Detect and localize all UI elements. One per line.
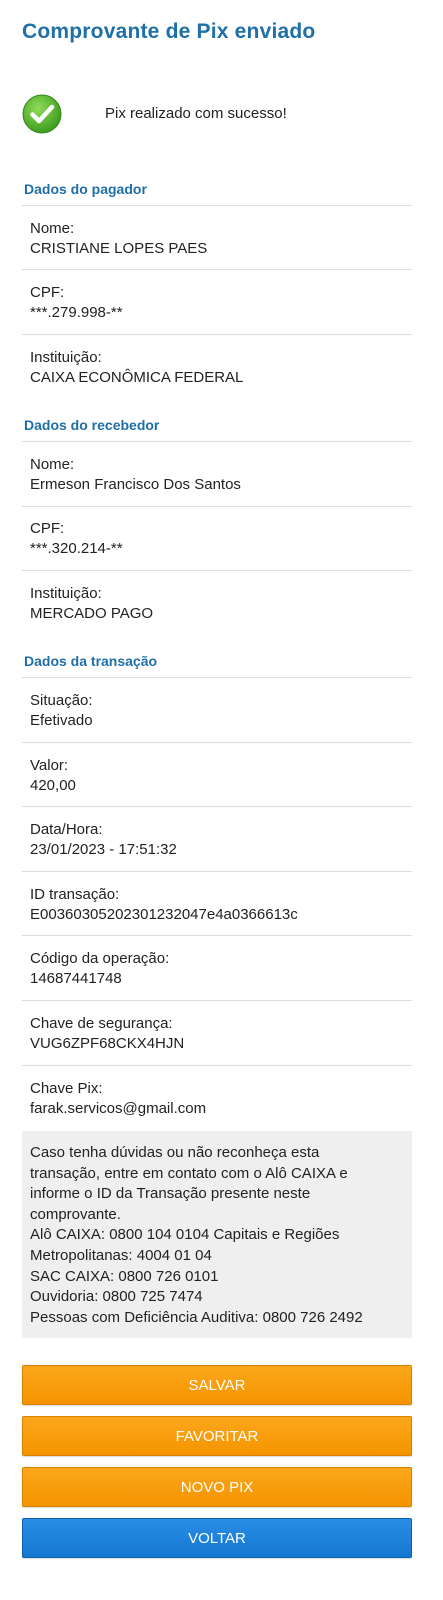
check-circle-icon [22, 94, 62, 134]
field-value: CRISTIANE LOPES PAES [30, 240, 208, 257]
info-line: Alô CAIXA: 0800 104 0104 Capitais e Regi… [30, 1226, 340, 1244]
field-label: Valor: [30, 757, 69, 774]
salvar-button[interactable]: SALVAR [22, 1365, 412, 1405]
field-label: Instituição: [30, 585, 102, 602]
field-label: CPF: [30, 520, 65, 537]
voltar-button[interactable]: VOLTAR [22, 1518, 412, 1558]
field-label: Chave de segurança: [30, 1015, 173, 1032]
info-line: Ouvidoria: 0800 725 7474 [30, 1288, 203, 1306]
field-value: MERCADO PAGO [30, 605, 154, 622]
field-situacao: Situação: Efetivado [30, 691, 410, 731]
success-message: Pix realizado com sucesso! [105, 105, 287, 122]
field-label: CPF: [30, 284, 65, 301]
divider [22, 570, 412, 571]
field-label: Nome: [30, 220, 75, 237]
divider [22, 935, 412, 936]
field-pagador-nome: Nome: CRISTIANE LOPES PAES [30, 219, 410, 259]
field-data-hora: Data/Hora: 23/01/2023 - 17:51:32 [30, 820, 410, 860]
field-value: E00360305202301232047e4a0366613c [30, 906, 298, 923]
success-status: Pix realizado com sucesso! [22, 94, 422, 134]
field-label: Data/Hora: [30, 821, 103, 838]
divider [22, 441, 412, 442]
field-value: 420,00 [30, 777, 76, 794]
info-line: informe o ID da Transação presente neste [30, 1185, 311, 1203]
info-line: Pessoas com Deficiência Auditiva: 0800 7… [30, 1308, 363, 1326]
info-line: comprovante. [30, 1205, 121, 1223]
field-valor: Valor: 420,00 [30, 756, 410, 796]
field-pagador-cpf: CPF: ***.279.998-** [30, 283, 410, 323]
field-label: Chave Pix: [30, 1080, 103, 1097]
field-value: CAIXA ECONÔMICA FEDERAL [30, 369, 244, 386]
divider [22, 677, 412, 678]
field-label: Nome: [30, 456, 75, 473]
field-label: Código da operação: [30, 950, 170, 967]
divider [22, 806, 412, 807]
info-line: transação, entre em contato com o Alô CA… [30, 1164, 348, 1182]
field-value: Efetivado [30, 712, 93, 729]
divider [22, 742, 412, 743]
divider [22, 871, 412, 872]
section-title-pagador: Dados do pagador [24, 181, 147, 197]
field-recebedor-cpf: CPF: ***.320.214-** [30, 519, 410, 559]
novo-pix-button[interactable]: NOVO PIX [22, 1467, 412, 1507]
field-value: ***.320.214-** [30, 540, 123, 557]
info-line: Metropolitanas: 4004 01 04 [30, 1246, 212, 1264]
field-value: VUG6ZPF68CKX4HJN [30, 1035, 185, 1052]
field-value: farak.servicos@gmail.com [30, 1100, 207, 1117]
divider [22, 1065, 412, 1066]
divider [22, 269, 412, 270]
field-recebedor-nome: Nome: Ermeson Francisco Dos Santos [30, 455, 410, 495]
field-label: Instituição: [30, 349, 102, 366]
section-title-recebedor: Dados do recebedor [24, 417, 160, 433]
section-title-transacao: Dados da transação [24, 653, 158, 669]
divider [22, 506, 412, 507]
field-pagador-instituicao: Instituição: CAIXA ECONÔMICA FEDERAL [30, 348, 410, 388]
field-chave-seguranca: Chave de segurança: VUG6ZPF68CKX4HJN [30, 1014, 410, 1054]
field-recebedor-instituicao: Instituição: MERCADO PAGO [30, 584, 410, 624]
divider [22, 334, 412, 335]
divider [22, 205, 412, 206]
info-line: Caso tenha dúvidas ou não reconheça esta [30, 1144, 320, 1161]
info-line: SAC CAIXA: 0800 726 0101 [30, 1267, 219, 1285]
divider [22, 1000, 412, 1001]
field-label: Situação: [30, 692, 93, 709]
field-value: 23/01/2023 - 17:51:32 [30, 841, 177, 858]
field-value: Ermeson Francisco Dos Santos [30, 476, 241, 493]
field-id-transacao: ID transação: E00360305202301232047e4a03… [30, 885, 410, 925]
field-label: ID transação: [30, 886, 120, 903]
field-chave-pix: Chave Pix: farak.servicos@gmail.com [30, 1079, 410, 1119]
favoritar-button[interactable]: FAVORITAR [22, 1416, 412, 1456]
help-info-box: Caso tenha dúvidas ou não reconheça esta… [22, 1131, 412, 1338]
field-codigo-operacao: Código da operação: 14687441748 [30, 949, 410, 989]
field-value: ***.279.998-** [30, 304, 123, 321]
page-title: Comprovante de Pix enviado [22, 20, 316, 43]
field-value: 14687441748 [30, 970, 122, 987]
